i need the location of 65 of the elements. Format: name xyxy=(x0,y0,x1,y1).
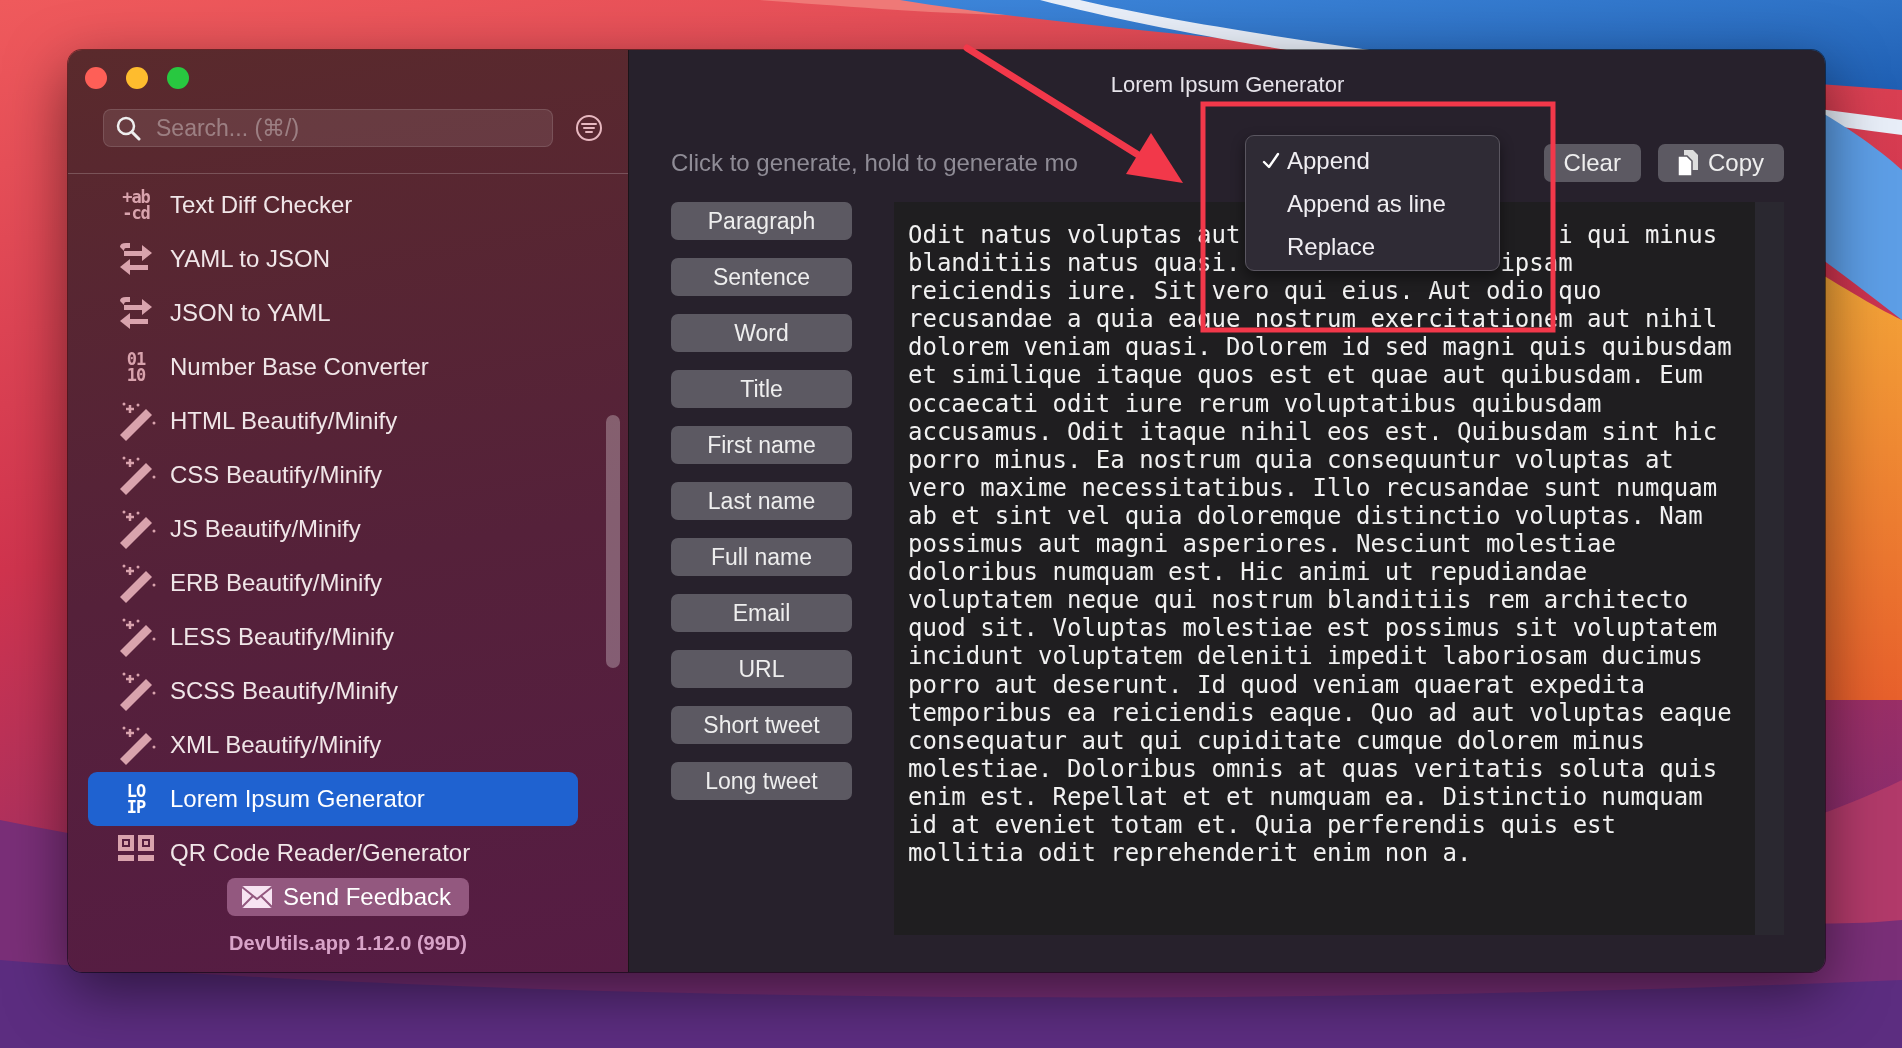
glyph-icon: +ab -cd xyxy=(116,189,156,221)
generator-button[interactable]: Title xyxy=(671,370,852,408)
generator-button[interactable]: Long tweet xyxy=(671,762,852,800)
sidebar-item[interactable]: LO IP Lorem Ipsum Generator xyxy=(88,772,578,826)
window-title: Lorem Ipsum Generator xyxy=(1110,72,1345,98)
filter-icon[interactable] xyxy=(575,114,603,142)
generator-button[interactable]: Email xyxy=(671,594,852,632)
text-line: incidunt voluptatem deleniti impedit laboriosam ducimus xyxy=(908,642,1703,671)
text-line: reiciendis iure. Sit vero qui eius. Aut odio quo xyxy=(908,277,1602,306)
generator-button[interactable]: Word xyxy=(671,314,852,352)
text-line: porro aut deserunt. Id quod veniam quaerat expedita xyxy=(908,670,1645,699)
text-line: ab et sint vel quia doloremque distinctio voluptas. Nam xyxy=(908,501,1703,531)
glyph-icon: LO IP xyxy=(116,783,156,815)
text-line: dolorem veniam quasi. Dolorem id sed magni quis quibusdam xyxy=(908,333,1732,362)
text-line: molestiae. Doloribus omnis at quas veritatis soluta quis xyxy=(908,754,1718,783)
sidebar-item[interactable]: JSON to YAML xyxy=(88,286,578,340)
sidebar-item[interactable]: LESS Beautify/Minify xyxy=(88,610,578,664)
search-icon xyxy=(115,115,141,141)
generator-button[interactable]: Last name xyxy=(671,482,852,520)
sidebar-item[interactable]: ERB Beautify/Minify xyxy=(88,556,578,610)
minimize-button[interactable] xyxy=(126,67,148,89)
zoom-button[interactable] xyxy=(167,67,189,89)
text-line: voluptatem neque qui nostrum blanditiis rem architecto xyxy=(908,586,1689,615)
generator-button[interactable]: Sentence xyxy=(671,258,852,296)
document-icon xyxy=(1677,150,1698,176)
sidebar-item[interactable]: YAML to JSON xyxy=(88,232,578,286)
menu-item[interactable]: Replace xyxy=(1246,225,1499,268)
action-button[interactable]: Copy xyxy=(1657,144,1784,182)
sidebar-item[interactable]: QR Code Reader/Generator xyxy=(88,826,578,878)
sidebar-item[interactable]: SCSS Beautify/Minify xyxy=(88,664,578,718)
menu-item[interactable]: Append as line xyxy=(1246,182,1499,225)
text-line: doloribus numquam est. Hic animi ut repudiandae xyxy=(908,558,1588,587)
sidebar-item[interactable]: +ab -cd Text Diff Checker xyxy=(88,178,578,232)
send-feedback-button[interactable]: Send Feedback xyxy=(226,878,470,916)
text-line: quod sit. Voluptas molestiae est possimus sit voluptatem xyxy=(908,614,1718,643)
sidebar-item[interactable]: JS Beautify/Minify xyxy=(88,502,578,556)
generator-button[interactable]: Full name xyxy=(671,538,852,576)
text-line: vero maxime necessitatibus. Illo recusandae sunt numquam xyxy=(908,473,1718,502)
version-label: DevUtils.app 1.12.0 (99D) xyxy=(229,932,467,955)
text-line: enim est. Repellat et et numquam ea. Distinctio numquam xyxy=(908,782,1703,811)
action-button[interactable]: Clear xyxy=(1543,144,1641,182)
text-line: mollitia odit reprehenderit enim non a. xyxy=(908,839,1472,868)
sidebar-item[interactable]: CSS Beautify/Minify xyxy=(88,448,578,502)
text-line: occaecati odit iure rerum voluptatibus quibusdam xyxy=(908,389,1602,418)
glyph-icon: 01 10 xyxy=(116,351,156,383)
close-button[interactable] xyxy=(85,67,107,89)
sidebar-item[interactable]: HTML Beautify/Minify xyxy=(88,394,578,448)
text-line: i qui minus xyxy=(1558,221,1718,250)
text-line: et similique itaque quos est et quae aut quibusdam. Eum xyxy=(908,361,1703,390)
envelope-icon xyxy=(240,885,273,909)
hint-text: Click to generate, hold to generate mo xyxy=(671,149,1078,177)
text-line: accusamus. Odit itaque nihil eos est. Quibusdam sint hic xyxy=(908,417,1718,446)
text-line: consequatur aut qui cupiditate cumque dolorem minus xyxy=(908,726,1645,755)
text-line: temporibus ea reiciendis eaque. Quo ad aut voluptas eaque xyxy=(908,698,1732,727)
menu-item[interactable]: Append xyxy=(1246,139,1499,182)
generator-button[interactable]: First name xyxy=(671,426,852,464)
sidebar-item[interactable]: 01 10 Number Base Converter xyxy=(88,340,578,394)
sidebar-item[interactable]: XML Beautify/Minify xyxy=(88,718,578,772)
generator-button[interactable]: URL xyxy=(671,650,852,688)
text-line: porro minus. Ea nostrum quia consequuntur voluptas at xyxy=(908,445,1674,474)
scrollbar-thumb[interactable] xyxy=(606,415,620,668)
text-line: possimus aut magni asperiores. Nesciunt molestiae xyxy=(908,530,1616,559)
text-line: id at eveniet totam et. Quia perferendis quis est xyxy=(908,810,1616,840)
generator-button[interactable]: Short tweet xyxy=(671,706,852,744)
generator-button[interactable]: Paragraph xyxy=(671,202,852,240)
